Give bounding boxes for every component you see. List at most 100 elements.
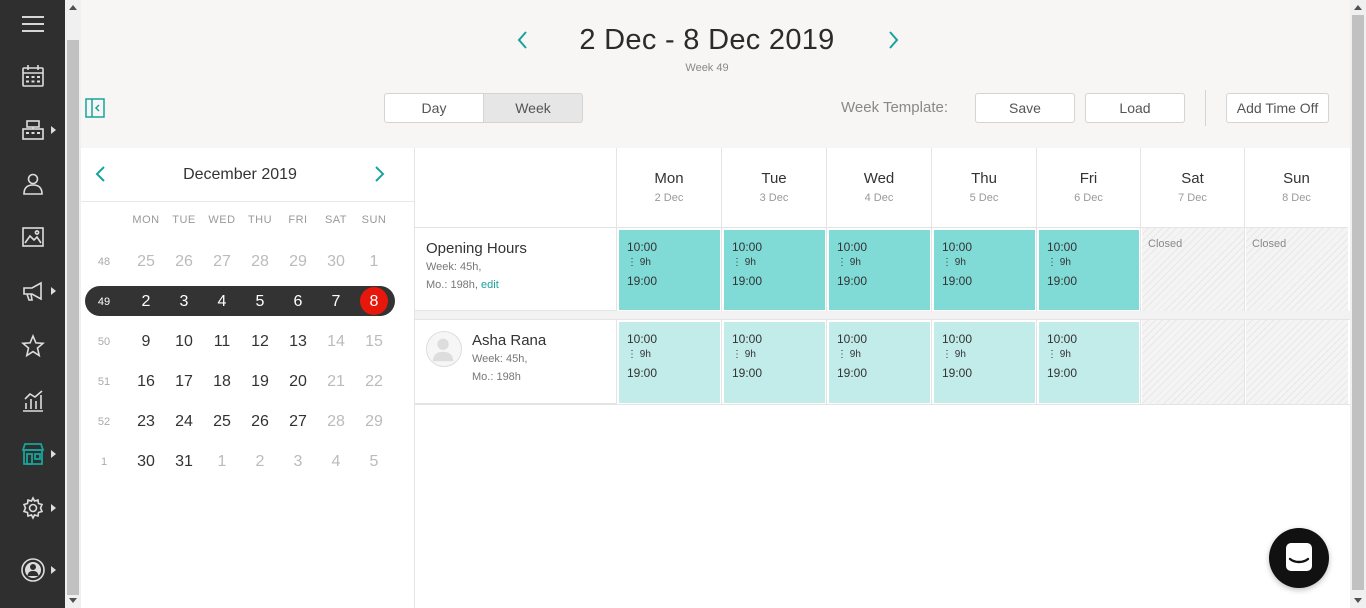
calendar-day[interactable]: 28	[241, 253, 279, 271]
megaphone-icon[interactable]	[0, 271, 65, 311]
calendar-day[interactable]: 27	[279, 413, 317, 431]
menu-icon[interactable]	[0, 4, 65, 44]
prev-month-icon[interactable]	[91, 164, 111, 184]
employee-shift-cell[interactable]: 10:00 ⋮ 9h 19:00	[826, 320, 931, 404]
shift-block[interactable]: 10:00 ⋮ 9h 19:00	[829, 322, 930, 403]
gallery-icon[interactable]	[0, 217, 65, 257]
calendar-day[interactable]: 21	[317, 373, 355, 391]
drag-handle-icon[interactable]: ⋮	[732, 257, 745, 268]
calendar-day[interactable]: 28	[317, 413, 355, 431]
collapse-panel-icon[interactable]	[85, 98, 105, 118]
shift-block[interactable]: 10:00 ⋮ 9h 19:00	[934, 230, 1035, 310]
calendar-day[interactable]: 6	[279, 293, 317, 311]
add-time-off-button[interactable]: Add Time Off	[1226, 93, 1329, 123]
opening-hours-cell[interactable]: Closed	[1244, 228, 1348, 311]
opening-hours-cell[interactable]: 10:00 ⋮ 9h 19:00	[931, 228, 1036, 311]
store-icon[interactable]	[0, 434, 65, 474]
shift-block[interactable]: 10:00 ⋮ 9h 19:00	[724, 322, 825, 403]
next-week-icon[interactable]	[881, 28, 905, 52]
profile-icon[interactable]	[0, 550, 65, 590]
shift-block[interactable]: 10:00 ⋮ 9h 19:00	[619, 322, 720, 403]
calendar-day[interactable]: 1	[203, 453, 241, 471]
opening-hours-cell[interactable]: 10:00 ⋮ 9h 19:00	[616, 228, 721, 311]
calendar-day[interactable]: 3	[165, 293, 203, 311]
calendar-day[interactable]: 18	[203, 373, 241, 391]
clients-icon[interactable]	[0, 164, 65, 204]
employee-shift-cell[interactable]	[1244, 320, 1348, 404]
shift-duration[interactable]: ⋮ 9h	[837, 349, 861, 360]
calendar-day[interactable]: 30	[317, 253, 355, 271]
calendar-day[interactable]: 29	[279, 253, 317, 271]
calendar-day[interactable]: 5	[355, 453, 393, 471]
employee-shift-cell[interactable]: 10:00 ⋮ 9h 19:00	[931, 320, 1036, 404]
calendar-day[interactable]: 14	[317, 333, 355, 351]
employee-shift-cell[interactable]	[1140, 320, 1244, 404]
scrollbar-thumb[interactable]	[1352, 15, 1364, 590]
calendar-day[interactable]: 1	[355, 253, 393, 271]
shift-block[interactable]: 10:00 ⋮ 9h 19:00	[619, 230, 720, 310]
employee-shift-cell[interactable]: 10:00 ⋮ 9h 19:00	[616, 320, 721, 404]
drag-handle-icon[interactable]: ⋮	[627, 349, 640, 360]
shift-duration[interactable]: ⋮ 9h	[732, 257, 756, 268]
gear-icon[interactable]	[0, 488, 65, 528]
shift-duration[interactable]: ⋮ 9h	[732, 349, 756, 360]
employee-name[interactable]: Asha Rana	[472, 332, 546, 349]
drag-handle-icon[interactable]: ⋮	[732, 349, 745, 360]
shift-duration[interactable]: ⋮ 9h	[837, 257, 861, 268]
shift-block[interactable]: 10:00 ⋮ 9h 19:00	[1039, 322, 1139, 403]
drag-handle-icon[interactable]: ⋮	[942, 257, 955, 268]
reports-icon[interactable]	[0, 381, 65, 421]
calendar-day[interactable]: 22	[355, 373, 393, 391]
calendar-day[interactable]: 19	[241, 373, 279, 391]
calendar-day[interactable]: 29	[355, 413, 393, 431]
calendar-day[interactable]: 2	[241, 453, 279, 471]
calendar-day[interactable]: 27	[203, 253, 241, 271]
scroll-down-icon[interactable]	[1354, 598, 1362, 603]
calendar-day[interactable]: 4	[203, 293, 241, 311]
avatar[interactable]	[426, 331, 462, 367]
calendar-day[interactable]: 16	[127, 373, 165, 391]
calendar-day[interactable]: 23	[127, 413, 165, 431]
calendar-day[interactable]: 20	[279, 373, 317, 391]
drag-handle-icon[interactable]: ⋮	[1047, 349, 1060, 360]
drag-handle-icon[interactable]: ⋮	[942, 349, 955, 360]
week-view-button[interactable]: Week	[483, 93, 583, 123]
drag-handle-icon[interactable]: ⋮	[837, 349, 850, 360]
opening-hours-cell[interactable]: 10:00 ⋮ 9h 19:00	[826, 228, 931, 311]
calendar-day[interactable]: 5	[241, 293, 279, 311]
calendar-day[interactable]: 25	[127, 253, 165, 271]
register-icon[interactable]	[0, 110, 65, 150]
calendar-day[interactable]: 13	[279, 333, 317, 351]
calendar-day[interactable]: 7	[317, 293, 355, 311]
scroll-up-icon[interactable]	[69, 5, 77, 10]
drag-handle-icon[interactable]: ⋮	[627, 257, 640, 268]
shift-block[interactable]: 10:00 ⋮ 9h 19:00	[1039, 230, 1139, 310]
employee-shift-cell[interactable]: 10:00 ⋮ 9h 19:00	[721, 320, 826, 404]
calendar-day[interactable]: 30	[127, 453, 165, 471]
shift-block[interactable]: 10:00 ⋮ 9h 19:00	[829, 230, 930, 310]
calendar-day[interactable]: 2	[127, 293, 165, 311]
calendar-day[interactable]: 3	[279, 453, 317, 471]
calendar-icon[interactable]	[0, 56, 65, 96]
calendar-day[interactable]: 10	[165, 333, 203, 351]
sidebar-scrollbar[interactable]	[65, 0, 81, 608]
calendar-day[interactable]: 17	[165, 373, 203, 391]
star-icon[interactable]	[0, 326, 65, 366]
calendar-day[interactable]: 11	[203, 333, 241, 351]
calendar-day[interactable]: 9	[127, 333, 165, 351]
drag-handle-icon[interactable]: ⋮	[1047, 257, 1060, 268]
opening-hours-cell[interactable]: Closed	[1140, 228, 1244, 311]
calendar-day[interactable]: 26	[165, 253, 203, 271]
scroll-up-icon[interactable]	[1354, 5, 1362, 10]
shift-duration[interactable]: ⋮ 9h	[627, 257, 651, 268]
scrollbar-thumb[interactable]	[67, 40, 79, 595]
shift-block[interactable]: 10:00 ⋮ 9h 19:00	[934, 322, 1035, 403]
drag-handle-icon[interactable]: ⋮	[837, 257, 850, 268]
shift-duration[interactable]: ⋮ 9h	[942, 257, 966, 268]
shift-duration[interactable]: ⋮ 9h	[942, 349, 966, 360]
calendar-day[interactable]: 31	[165, 453, 203, 471]
page-scrollbar[interactable]	[1350, 0, 1366, 608]
prev-week-icon[interactable]	[511, 28, 535, 52]
shift-duration[interactable]: ⋮ 9h	[1047, 257, 1071, 268]
shift-duration[interactable]: ⋮ 9h	[1047, 349, 1071, 360]
